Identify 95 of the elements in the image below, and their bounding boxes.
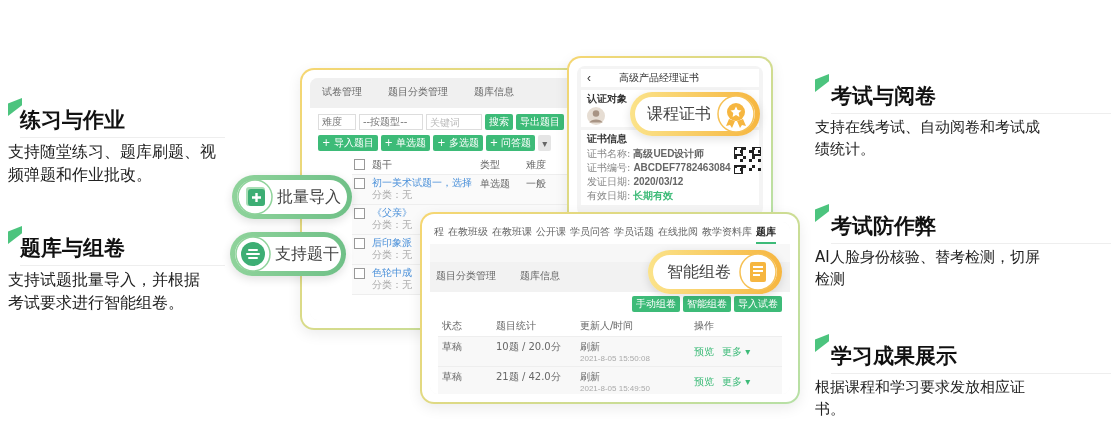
- question-link[interactable]: 初一美术试题一，选择: [372, 177, 472, 189]
- corner-mark: [8, 226, 22, 244]
- table-cell-text: 单选题: [480, 177, 511, 191]
- column-header: 题目统计: [496, 319, 537, 333]
- feature-title: 考试防作弊: [831, 212, 1111, 244]
- column-header: 难度: [526, 158, 547, 172]
- tab[interactable]: 题库信息: [520, 266, 560, 288]
- tab[interactable]: 在线批阅: [658, 222, 698, 244]
- tab[interactable]: 题库信息: [474, 82, 514, 104]
- checkbox[interactable]: [354, 178, 365, 189]
- filter-button[interactable]: 搜索: [485, 114, 513, 130]
- table-cell-text: 10题 / 20.0分: [496, 340, 562, 354]
- feature-description: 支持随堂练习、题库刷题、视 频弹题和作业批改。: [8, 141, 217, 186]
- feature-title: 考试与阅卷: [831, 82, 1111, 114]
- field-value: 2020/03/12: [633, 176, 684, 187]
- action-button[interactable]: 导入试卷: [734, 296, 782, 312]
- feature-description: 支持试题批量导入，并根据 考试要求进行智能组卷。: [8, 269, 201, 314]
- field-value: 长期有效: [633, 189, 674, 203]
- lines-icon: [235, 236, 271, 272]
- add-question-button[interactable]: + 导入题目: [318, 135, 378, 151]
- pill-label: 支持题干: [275, 243, 339, 265]
- question-link[interactable]: 《父亲》: [372, 207, 412, 219]
- question-link[interactable]: 色轮中成: [372, 267, 412, 279]
- question-link[interactable]: 后印象派: [372, 237, 412, 249]
- feature-title: 题库与组卷: [20, 234, 225, 266]
- category-text: 分类：无: [372, 249, 412, 261]
- row-link[interactable]: 更多 ▾: [722, 346, 751, 357]
- feature-title: 学习成果展示: [831, 342, 1111, 374]
- corner-mark: [815, 74, 829, 92]
- plus-icon: [237, 179, 273, 215]
- tab[interactable]: 题库: [756, 222, 776, 244]
- field-label: 证书编号:: [587, 161, 631, 175]
- tab[interactable]: 学员问答: [570, 222, 610, 244]
- type-select[interactable]: --按题型--: [359, 114, 423, 130]
- table-cell-text: 草稿: [442, 340, 463, 354]
- qr-code: [733, 147, 761, 174]
- add-question-button[interactable]: + 单选题: [380, 135, 431, 151]
- field-label: 证书名称:: [587, 147, 631, 161]
- field-value: 高级UED设计师: [633, 147, 705, 161]
- checkbox[interactable]: [354, 268, 365, 279]
- column-header: 类型: [480, 158, 501, 172]
- row-link[interactable]: 预览: [694, 346, 714, 357]
- column-header: 更新人/时间: [580, 319, 635, 333]
- tab[interactable]: 公开课: [536, 222, 566, 244]
- field-value: ABCDEF7782463084: [633, 162, 731, 173]
- tab[interactable]: 在教班课: [492, 222, 532, 244]
- category-text: 分类：无: [372, 219, 412, 231]
- pill-label: 智能组卷: [666, 261, 732, 283]
- action-button[interactable]: 手动组卷: [632, 296, 680, 312]
- column-header: 操作: [694, 319, 715, 333]
- field-label: 有效日期:: [587, 189, 631, 203]
- add-question-button[interactable]: + 问答题: [485, 135, 536, 151]
- difficulty-select[interactable]: 难度: [318, 114, 356, 130]
- add-question-button[interactable]: + 多选题: [433, 135, 483, 151]
- tab[interactable]: 程: [434, 222, 444, 244]
- pill-label: 批量导入: [277, 186, 341, 208]
- time-text: 2021-8-05 15:49:50: [580, 384, 651, 393]
- tab[interactable]: 题目分类管理: [388, 82, 448, 104]
- feature-description: 支持在线考试、自动阅卷和考试成 绩统计。: [815, 117, 1041, 160]
- section-heading: 认证对象: [587, 92, 628, 106]
- table-cell-text: 一般: [526, 177, 547, 191]
- checkbox[interactable]: [354, 208, 365, 219]
- feature-description: 根据课程和学习要求发放相应证 书。: [815, 377, 1026, 420]
- add-question-button[interactable]: ▾: [538, 135, 552, 151]
- tab[interactable]: 题目分类管理: [436, 266, 496, 288]
- column-header: 状态: [442, 319, 463, 333]
- time-text: 2021-8-05 15:50:08: [580, 354, 651, 363]
- keyword-field[interactable]: 关键词: [426, 114, 482, 130]
- tab[interactable]: 学员话题: [614, 222, 654, 244]
- column-header: 题干: [372, 158, 393, 172]
- tab[interactable]: 在教班级: [448, 222, 488, 244]
- section-heading: 证书信息: [587, 132, 628, 146]
- checkbox[interactable]: [354, 238, 365, 249]
- row-link[interactable]: 更多 ▾: [722, 376, 751, 387]
- table-cell-text: 21题 / 42.0分: [496, 370, 562, 384]
- screen-title: 高级产品经理证书: [619, 71, 699, 85]
- corner-mark: [815, 334, 829, 352]
- feature-description: AI人脸身份核验、替考检测，切屏 检测: [815, 247, 1041, 290]
- category-text: 分类：无: [372, 189, 412, 201]
- feature-title: 练习与作业: [20, 106, 225, 138]
- filter-button[interactable]: 导出题目: [516, 114, 564, 130]
- row-link[interactable]: 预览: [694, 376, 714, 387]
- table-cell-text: 草稿: [442, 370, 463, 384]
- corner-mark: [815, 204, 829, 222]
- category-text: 分类：无: [372, 279, 412, 291]
- pill-label: 课程证书: [646, 103, 712, 125]
- table-cell-text: 刷新: [580, 340, 601, 354]
- tab[interactable]: 教学资料库: [702, 222, 752, 244]
- checkbox[interactable]: [354, 159, 365, 170]
- table-cell-text: 刷新: [580, 370, 601, 384]
- back-button[interactable]: ‹: [587, 71, 591, 85]
- action-button[interactable]: 智能组卷: [683, 296, 731, 312]
- avatar: [587, 107, 605, 125]
- field-label: 发证日期:: [587, 175, 631, 189]
- tab[interactable]: 试卷管理: [322, 82, 362, 104]
